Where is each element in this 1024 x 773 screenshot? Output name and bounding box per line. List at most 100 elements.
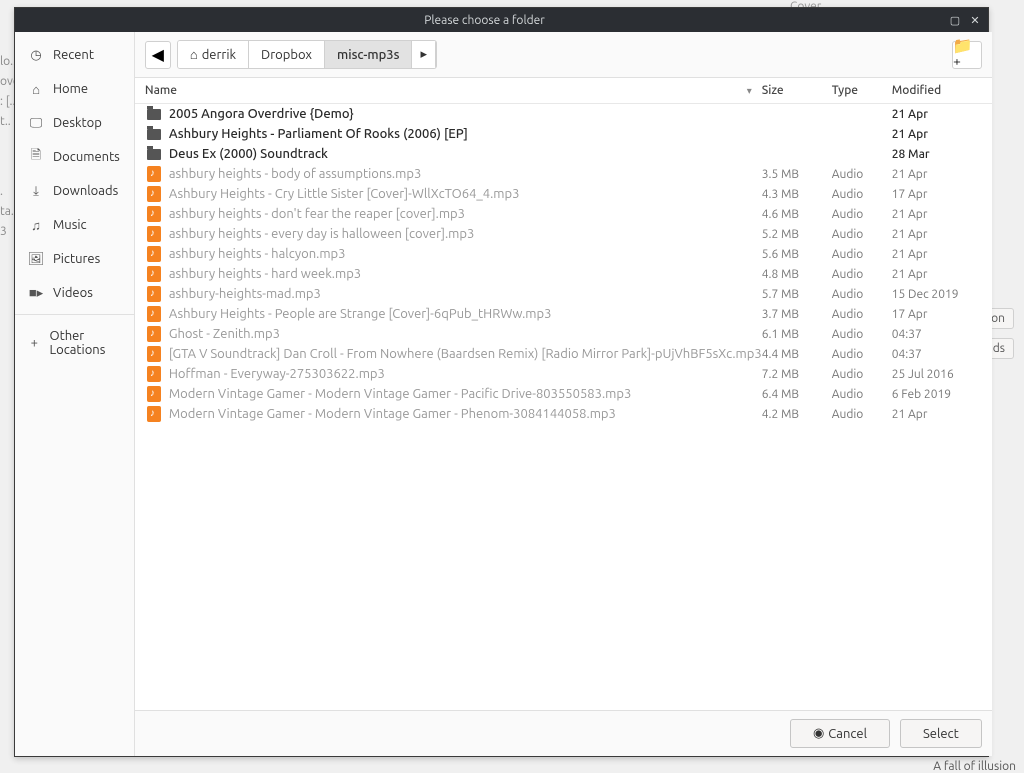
cancel-button[interactable]: ◉ Cancel xyxy=(790,719,890,748)
file-type: Audio xyxy=(832,228,892,241)
file-size: 3.7 MB xyxy=(762,308,832,321)
file-row[interactable]: ashbury heights - body of assumptions.mp… xyxy=(135,164,992,184)
column-size[interactable]: Size xyxy=(762,84,832,97)
file-list[interactable]: 2005 Angora Overdrive {Demo} 21 Apr Ashbur… xyxy=(135,104,992,710)
file-name: ashbury heights - hard week.mp3 xyxy=(169,267,762,281)
file-modified: 21 Apr xyxy=(892,228,982,241)
file-size: 3.5 MB xyxy=(762,168,832,181)
breadcrumb-misc-mp3s[interactable]: misc-mp3s xyxy=(325,41,412,68)
file-name: Ashbury Heights - People are Strange [Co… xyxy=(169,307,762,321)
file-modified: 21 Apr xyxy=(892,248,982,261)
titlebar: Please choose a folder ▢ ✕ xyxy=(15,8,988,32)
sidebar-item-label: Music xyxy=(53,218,87,232)
file-type: Audio xyxy=(832,388,892,401)
file-size: 4.3 MB xyxy=(762,188,832,201)
file-name: ashbury heights - body of assumptions.mp… xyxy=(169,167,762,181)
home-icon: ⌂ xyxy=(190,47,198,62)
path-bar: ◀ ⌂derrikDropboxmisc-mp3s ▸ 📁⁺ xyxy=(135,32,992,78)
bg-fragment: t.. xyxy=(0,115,11,128)
file-name: ashbury-heights-mad.mp3 xyxy=(169,287,762,301)
sidebar-item-videos[interactable]: ■▸ Videos xyxy=(15,276,134,310)
documents-icon: 🗎 xyxy=(29,150,43,164)
file-row[interactable]: Modern Vintage Gamer - Modern Vintage Ga… xyxy=(135,384,992,404)
folder-row[interactable]: Deus Ex (2000) Soundtrack28 Mar xyxy=(135,144,992,164)
sidebar-item-recent[interactable]: ◷ Recent xyxy=(15,38,134,72)
folder-row[interactable]: Ashbury Heights - Parliament Of Rooks (2… xyxy=(135,124,992,144)
breadcrumb: ⌂derrikDropboxmisc-mp3s ▸ xyxy=(177,40,437,69)
sidebar-item-documents[interactable]: 🗎 Documents xyxy=(15,140,134,174)
file-modified: 17 Apr xyxy=(892,188,982,201)
file-row[interactable]: Modern Vintage Gamer - Modern Vintage Ga… xyxy=(135,404,992,424)
file-row[interactable]: ashbury heights - halcyon.mp35.6 MBAudio… xyxy=(135,244,992,264)
sidebar-other-locations[interactable]: + Other Locations xyxy=(15,319,134,367)
dialog-footer: ◉ Cancel Select xyxy=(135,710,992,756)
breadcrumb-dropbox[interactable]: Dropbox xyxy=(249,41,325,68)
sidebar-item-desktop[interactable]: 🖵Desktop xyxy=(15,106,134,140)
file-modified: 21 Apr xyxy=(892,168,982,181)
select-button[interactable]: Select xyxy=(900,719,982,748)
maximize-icon[interactable]: ▢ xyxy=(948,13,962,27)
column-headers[interactable]: Name ▾ Size Type Modified xyxy=(135,78,992,104)
column-modified[interactable]: Modified xyxy=(892,84,982,97)
file-name: Modern Vintage Gamer - Modern Vintage Ga… xyxy=(169,407,762,421)
back-button[interactable]: ◀ xyxy=(145,41,171,69)
file-modified: 21 Apr xyxy=(892,268,982,281)
file-row[interactable]: Hoffman - Everyway-275303622.mp37.2 MBAu… xyxy=(135,364,992,384)
bg-status-text: A fall of illusion xyxy=(933,760,1016,773)
file-row[interactable]: Ashbury Heights - Cry Little Sister [Cov… xyxy=(135,184,992,204)
column-name[interactable]: Name ▾ xyxy=(145,84,762,97)
new-folder-button[interactable]: 📁⁺ xyxy=(952,41,982,69)
audio-file-icon xyxy=(145,405,163,423)
file-row[interactable]: Ghost - Zenith.mp36.1 MBAudio04:37 xyxy=(135,324,992,344)
sidebar-item-home[interactable]: ⌂Home xyxy=(15,72,134,106)
file-name: Ashbury Heights - Cry Little Sister [Cov… xyxy=(169,187,762,201)
music-icon: ♫ xyxy=(29,218,43,232)
sidebar-item-downloads[interactable]: ⤓Downloads xyxy=(15,174,134,208)
audio-file-icon xyxy=(145,225,163,243)
videos-icon: ■▸ xyxy=(29,286,43,300)
file-type: Audio xyxy=(832,408,892,421)
file-name: ashbury heights - halcyon.mp3 xyxy=(169,247,762,261)
clock-icon: ◷ xyxy=(29,48,43,62)
file-type: Audio xyxy=(832,328,892,341)
close-icon[interactable]: ✕ xyxy=(968,13,982,27)
file-size: 4.4 MB xyxy=(762,348,832,361)
file-row[interactable]: ashbury heights - every day is halloween… xyxy=(135,224,992,244)
file-size: 4.6 MB xyxy=(762,208,832,221)
sidebar-item-label: Recent xyxy=(53,48,94,62)
file-size: 4.2 MB xyxy=(762,408,832,421)
file-modified: 21 Apr xyxy=(892,208,982,221)
file-size: 7.2 MB xyxy=(762,368,832,381)
file-modified: 21 Apr xyxy=(892,108,982,121)
chevron-right-icon: ▸ xyxy=(420,47,427,62)
sidebar-item-label: Videos xyxy=(53,286,93,300)
file-size: 6.1 MB xyxy=(762,328,832,341)
file-modified: 04:37 xyxy=(892,348,982,361)
file-row[interactable]: ashbury-heights-mad.mp35.7 MBAudio15 Dec… xyxy=(135,284,992,304)
audio-file-icon xyxy=(145,205,163,223)
file-type: Audio xyxy=(832,248,892,261)
audio-file-icon xyxy=(145,265,163,283)
file-type: Audio xyxy=(832,308,892,321)
file-modified: 21 Apr xyxy=(892,408,982,421)
breadcrumb-derrik[interactable]: ⌂derrik xyxy=(178,41,249,68)
folder-row[interactable]: 2005 Angora Overdrive {Demo} 21 Apr xyxy=(135,104,992,124)
file-name: 2005 Angora Overdrive {Demo} xyxy=(169,107,762,121)
sidebar-item-music[interactable]: ♫ Music xyxy=(15,208,134,242)
audio-file-icon xyxy=(145,365,163,383)
sidebar-item-pictures[interactable]: 🖼Pictures xyxy=(15,242,134,276)
file-row[interactable]: Ashbury Heights - People are Strange [Co… xyxy=(135,304,992,324)
new-folder-icon: 📁⁺ xyxy=(953,36,981,74)
folder-icon xyxy=(145,105,163,123)
breadcrumb-forward[interactable]: ▸ xyxy=(412,41,436,68)
home-icon: ⌂ xyxy=(29,82,43,96)
file-size: 5.2 MB xyxy=(762,228,832,241)
file-row[interactable]: ashbury heights - hard week.mp34.8 MBAud… xyxy=(135,264,992,284)
sidebar-item-label: Documents xyxy=(53,150,120,164)
sidebar-item-label: Desktop xyxy=(53,116,102,130)
file-type: Audio xyxy=(832,188,892,201)
file-type: Audio xyxy=(832,168,892,181)
column-type[interactable]: Type xyxy=(832,84,892,97)
file-row[interactable]: ashbury heights - don't fear the reaper … xyxy=(135,204,992,224)
file-row[interactable]: [GTA V Soundtrack] Dan Croll - From Nowh… xyxy=(135,344,992,364)
